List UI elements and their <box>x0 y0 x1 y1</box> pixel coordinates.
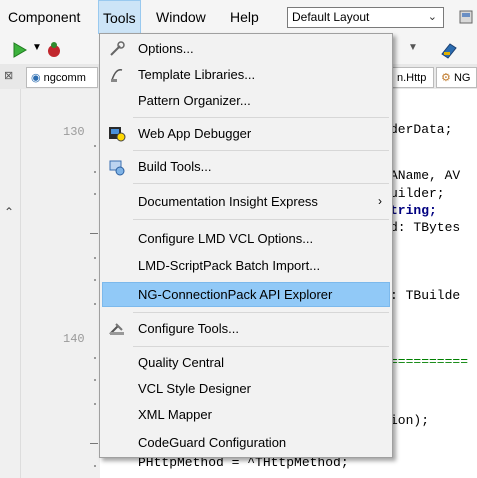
tab-label: ngcomm <box>43 72 86 84</box>
gutter-dot <box>94 257 96 259</box>
menu-help[interactable]: Help <box>226 0 263 34</box>
line-number-140: 140 <box>63 332 85 346</box>
menu-bar: Component Tools Window Help Default Layo… <box>0 0 477 35</box>
chevron-up-icon[interactable]: ⌃ <box>4 205 14 219</box>
chevron-down-icon[interactable]: ⌄ <box>428 8 437 27</box>
code-line: d: TBytes <box>390 220 461 235</box>
code-line: ion); <box>390 413 430 428</box>
code-line: uilder; <box>390 186 445 201</box>
menu-item-codeguard-configuration[interactable]: CodeGuard Configuration <box>102 430 390 455</box>
tab-http[interactable]: n.Http <box>392 67 434 88</box>
gutter-dot <box>94 465 96 467</box>
template-libraries-icon <box>111 68 123 82</box>
code-comment: ========== <box>390 354 469 369</box>
code-line: derData; <box>390 122 453 137</box>
menu-item-build-tools[interactable]: Build Tools... <box>102 154 390 179</box>
menu-item-quality-central[interactable]: Quality Central <box>102 350 390 375</box>
menu-item-pattern-organizer[interactable]: Pattern Organizer... <box>102 88 390 113</box>
configure-tools-icon <box>109 323 124 335</box>
code-line: : TBuilde <box>390 288 461 303</box>
menu-item-documentation-insight[interactable]: Documentation Insight Express › <box>102 189 390 214</box>
menu-separator <box>133 312 389 313</box>
book-icon[interactable] <box>440 42 458 60</box>
gutter-dot <box>94 171 96 173</box>
menu-separator <box>133 346 389 347</box>
gutter-dot <box>94 403 96 405</box>
menu-item-options[interactable]: Options... <box>102 36 390 61</box>
menu-separator <box>133 150 389 151</box>
close-icon[interactable]: ⊠ <box>4 69 13 82</box>
layout-select[interactable]: Default Layout ⌄ <box>287 7 444 28</box>
gutter-dot <box>94 357 96 359</box>
code-line: AName, AV <box>390 168 461 183</box>
menu-separator <box>133 183 389 184</box>
chevron-right-icon: › <box>378 194 382 208</box>
tools-menu: Options... Template Libraries... Pattern… <box>99 33 393 458</box>
menu-item-lmd-scriptpack[interactable]: LMD-ScriptPack Batch Import... <box>102 253 390 278</box>
gutter-dot <box>94 379 96 381</box>
tab-ngcomm[interactable]: ◉ ngcomm <box>26 67 98 88</box>
menu-separator <box>133 117 389 118</box>
code-line: tring; <box>390 203 437 218</box>
menu-tools[interactable]: Tools <box>98 0 141 34</box>
dropdown-icon[interactable]: ▼ <box>408 42 418 53</box>
menu-item-configure-lmd-vcl[interactable]: Configure LMD VCL Options... <box>102 226 390 251</box>
tab-label: NG <box>453 72 471 84</box>
gutter-dot <box>94 193 96 195</box>
menu-item-vcl-style-designer[interactable]: VCL Style Designer <box>102 376 390 401</box>
options-icon <box>110 41 125 56</box>
menu-item-web-app-debugger[interactable]: Web App Debugger <box>102 121 390 146</box>
menu-separator <box>133 219 389 220</box>
gutter-dot <box>94 279 96 281</box>
layout-select-value: Default Layout <box>292 10 370 24</box>
menu-item-xml-mapper[interactable]: XML Mapper <box>102 402 390 427</box>
menu-item-configure-tools[interactable]: Configure Tools... <box>102 316 390 341</box>
gutter-dot <box>94 303 96 305</box>
gear-icon: ⚙ <box>441 72 451 84</box>
menu-item-template-libraries[interactable]: Template Libraries... <box>102 62 390 87</box>
side-panel: ⌃ <box>0 89 21 478</box>
gutter-dot <box>94 145 96 147</box>
gutter-fold-marker[interactable] <box>90 233 98 234</box>
gutter-fold-marker[interactable] <box>90 443 98 444</box>
build-tools-icon <box>109 160 125 176</box>
menu-component[interactable]: Component <box>4 0 84 34</box>
menu-item-ng-connectionpack[interactable]: NG-ConnectionPack API Explorer <box>102 282 390 307</box>
tab-label: n.Http <box>397 72 427 84</box>
tab-ng[interactable]: ⚙ NG <box>436 67 477 88</box>
menu-window[interactable]: Window <box>152 0 210 34</box>
web-app-debugger-icon <box>109 127 126 142</box>
unit-icon: ◉ <box>31 72 41 84</box>
run-icon[interactable] <box>12 42 28 58</box>
bug-icon[interactable] <box>44 40 64 60</box>
layout-toolbar-icon[interactable] <box>458 8 476 26</box>
run-dropdown-icon[interactable]: ▼ <box>32 42 42 53</box>
line-number-130: 130 <box>63 125 85 139</box>
